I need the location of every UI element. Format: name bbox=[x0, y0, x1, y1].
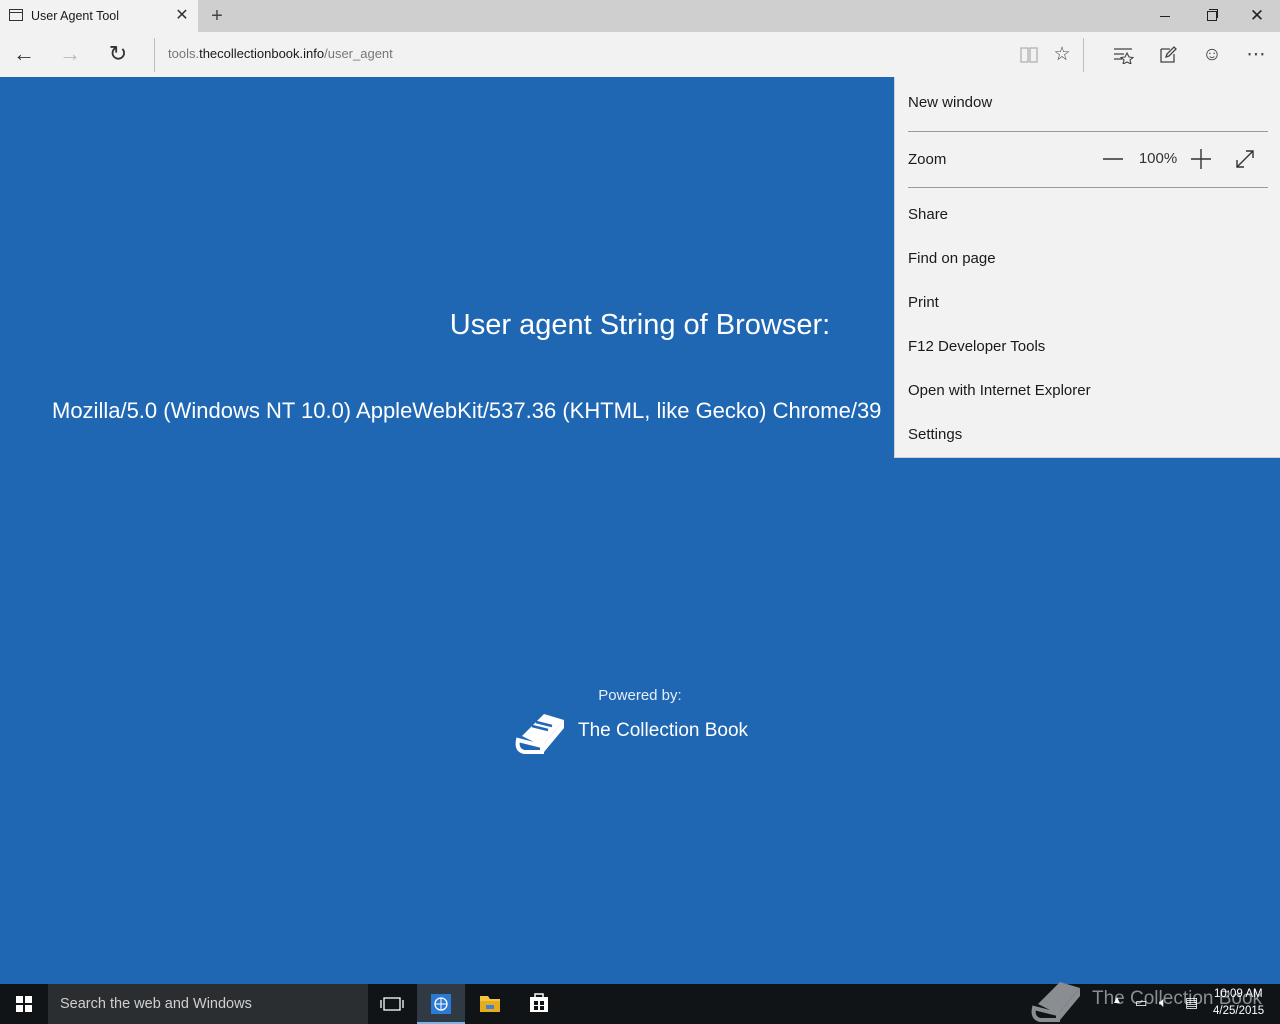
edge-icon[interactable] bbox=[417, 984, 465, 1024]
toolbar-divider bbox=[1083, 38, 1084, 72]
brand-link[interactable]: The Collection Book bbox=[512, 706, 748, 756]
title-bar: User Agent Tool ✕ + ✕ bbox=[0, 0, 1280, 32]
browser-tab[interactable]: User Agent Tool ✕ bbox=[0, 0, 198, 32]
search-box[interactable]: Search the web and Windows bbox=[48, 984, 368, 1024]
address-prefix: tools. bbox=[168, 46, 200, 61]
action-center-icon[interactable]: ▤ bbox=[1185, 994, 1198, 1011]
show-hidden-icons[interactable]: ▲ bbox=[1112, 995, 1122, 1006]
search-placeholder: Search the web and Windows bbox=[60, 996, 252, 1012]
refresh-icon[interactable]: ↻ bbox=[103, 40, 133, 70]
address-bar[interactable]: tools.thecollectionbook.info/user_agent bbox=[168, 46, 393, 61]
menu-item-open-with-ie[interactable]: Open with Internet Explorer bbox=[908, 382, 1091, 399]
address-divider bbox=[154, 38, 155, 72]
menu-item-settings[interactable]: Settings bbox=[908, 426, 962, 443]
navigation-toolbar: ← → ↻ tools.thecollectionbook.info/user_… bbox=[0, 32, 1280, 77]
zoom-value: 100% bbox=[1138, 150, 1178, 167]
user-agent-string: Mozilla/5.0 (Windows NT 10.0) AppleWebKi… bbox=[52, 398, 882, 423]
menu-divider bbox=[908, 187, 1268, 188]
back-arrow-icon[interactable]: ← bbox=[9, 40, 39, 70]
brand-name: The Collection Book bbox=[578, 720, 749, 741]
zoom-in-button[interactable] bbox=[1189, 147, 1213, 171]
taskbar: Search the web and Windows The Collectio… bbox=[0, 982, 1280, 1024]
address-host: thecollectionbook.info bbox=[199, 46, 325, 61]
clock-time[interactable]: 10:09 AM bbox=[1214, 988, 1263, 1000]
tab-title: User Agent Tool bbox=[31, 9, 120, 23]
reading-view-icon[interactable] bbox=[1015, 41, 1043, 69]
web-note-icon[interactable] bbox=[1154, 41, 1182, 69]
tab-page-icon bbox=[9, 9, 23, 21]
store-icon[interactable] bbox=[515, 984, 563, 1024]
restore-icon[interactable] bbox=[1188, 0, 1234, 32]
menu-item-print[interactable]: Print bbox=[908, 294, 939, 311]
zoom-out-button[interactable] bbox=[1101, 147, 1125, 171]
windows-logo-icon bbox=[16, 996, 32, 1012]
menu-item-find-on-page[interactable]: Find on page bbox=[908, 250, 996, 267]
minimize-icon[interactable] bbox=[1142, 0, 1188, 32]
hub-icon[interactable] bbox=[1109, 41, 1137, 69]
menu-item-developer-tools[interactable]: F12 Developer Tools bbox=[908, 338, 1045, 355]
more-icon[interactable]: ⋯ bbox=[1242, 41, 1270, 69]
start-button[interactable] bbox=[0, 984, 48, 1024]
clock-date[interactable]: 4/25/2015 bbox=[1213, 1005, 1264, 1017]
task-view-icon[interactable] bbox=[368, 984, 416, 1024]
window-close-icon[interactable]: ✕ bbox=[1234, 0, 1280, 32]
book-icon bbox=[515, 714, 564, 754]
smiley-icon[interactable]: ☺ bbox=[1198, 41, 1226, 69]
zoom-label: Zoom bbox=[908, 151, 947, 168]
address-path: /user_agent bbox=[324, 46, 393, 61]
menu-divider bbox=[908, 131, 1268, 132]
network-icon[interactable]: ▭ bbox=[1135, 995, 1147, 1011]
settings-menu: New window Zoom 100% Share Find on page … bbox=[894, 77, 1280, 458]
star-icon[interactable]: ☆ bbox=[1048, 41, 1076, 69]
plus-icon[interactable]: + bbox=[206, 5, 228, 27]
folder-icon[interactable] bbox=[466, 984, 514, 1024]
fullscreen-icon[interactable] bbox=[1233, 147, 1257, 171]
menu-item-new-window[interactable]: New window bbox=[908, 94, 992, 111]
forward-arrow-icon[interactable]: → bbox=[55, 40, 85, 70]
close-icon[interactable]: ✕ bbox=[172, 6, 192, 26]
menu-item-share[interactable]: Share bbox=[908, 206, 948, 223]
volume-icon[interactable]: 🔈︎ bbox=[1159, 994, 1167, 1011]
powered-by-label: Powered by: bbox=[598, 687, 682, 704]
watermark-book-icon bbox=[1031, 982, 1080, 1022]
